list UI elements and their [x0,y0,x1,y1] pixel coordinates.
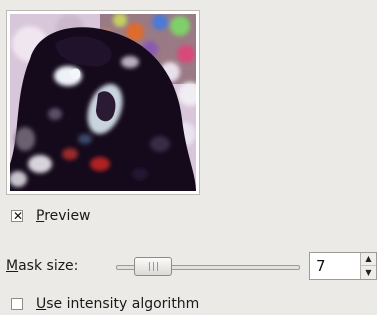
mask-size-label: Mask size: [6,258,79,274]
preview-label: Preview [36,208,91,224]
spin-down-icon[interactable]: ▼ [361,266,376,279]
preview-image [10,14,196,191]
preview-image-frame [6,10,200,195]
spin-up-icon[interactable]: ▲ [361,253,376,266]
mask-size-value[interactable]: 7 [316,257,326,275]
intensity-checkbox-row[interactable]: Use intensity algorithm [11,296,199,312]
spin-buttons: ▲ ▼ [360,253,376,279]
mask-size-slider-handle[interactable] [133,257,172,276]
use-intensity-checkbox[interactable] [11,298,23,310]
use-intensity-label: Use intensity algorithm [36,296,200,312]
checkmark-icon: ✕ [12,209,24,223]
oilified-dog-image [10,14,196,191]
preview-checkbox[interactable]: ✕ [11,209,24,223]
mask-size-spinbutton[interactable]: 7 ▲ ▼ [309,252,377,280]
preview-checkbox-row[interactable]: ✕ Preview [11,208,91,224]
